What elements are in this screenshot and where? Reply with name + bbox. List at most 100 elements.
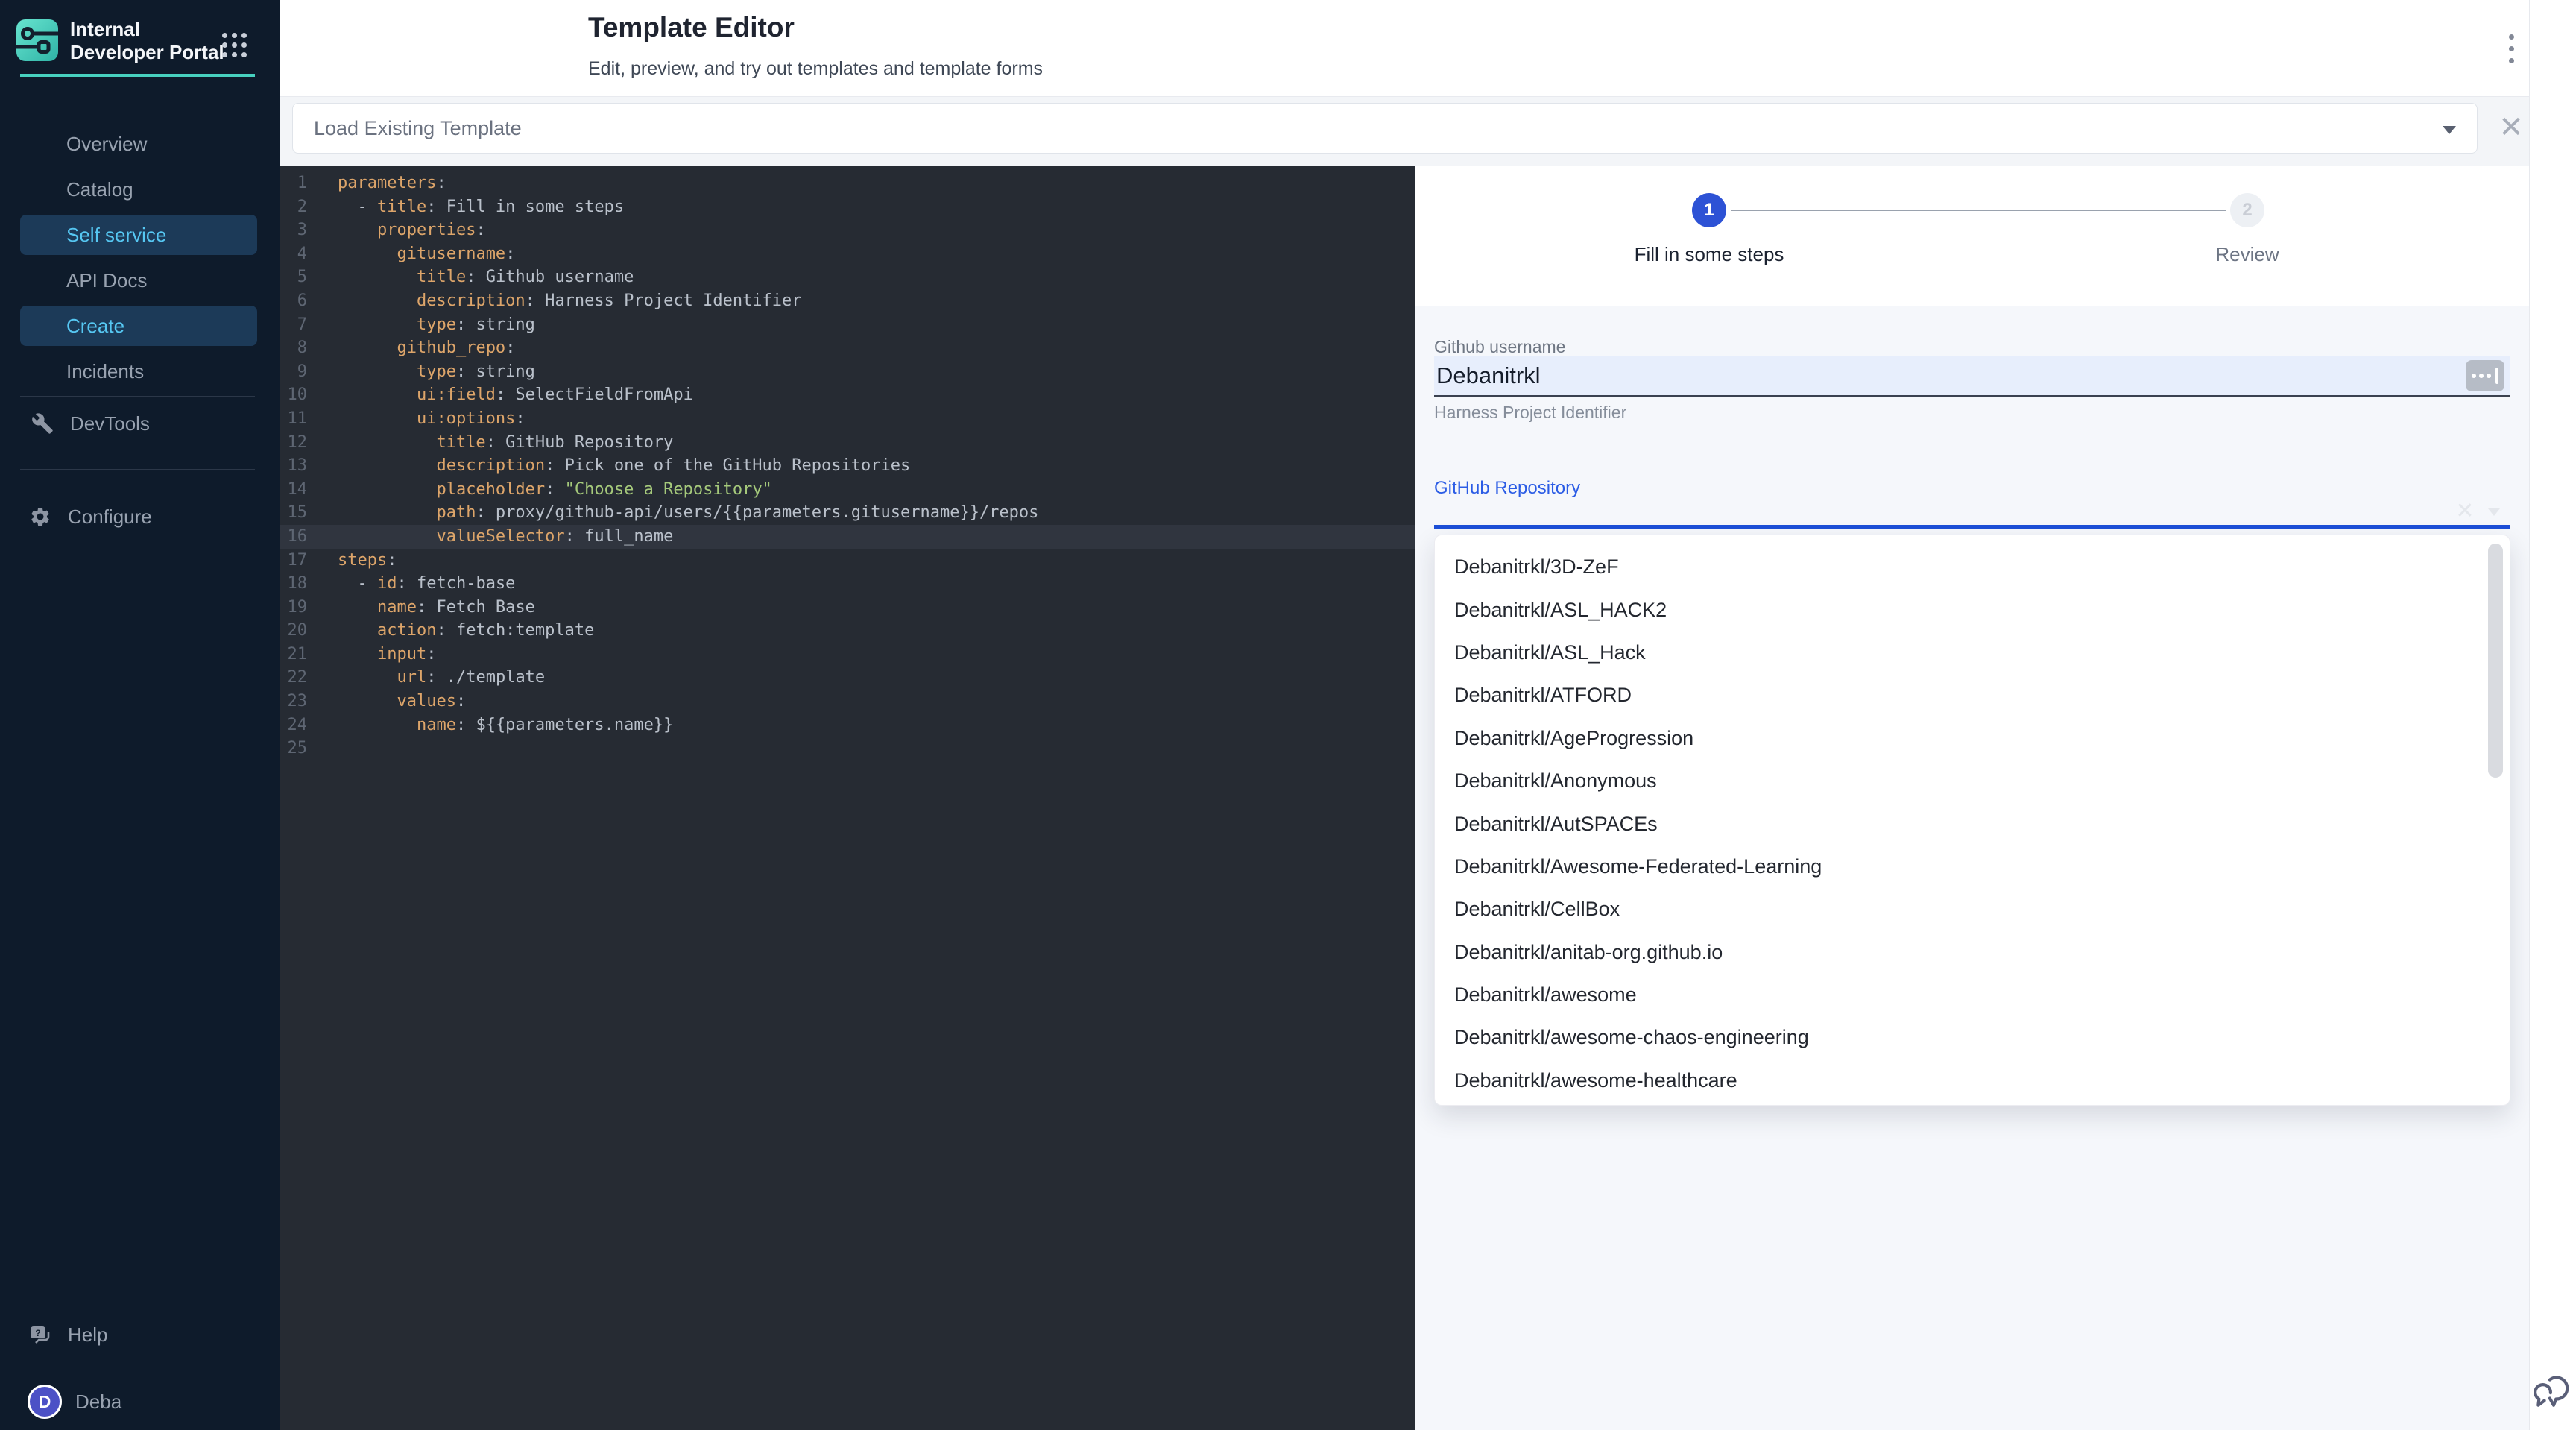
line-number: 17	[280, 549, 307, 573]
page-subtitle: Edit, preview, and try out templates and…	[588, 58, 1043, 80]
repo-option[interactable]: Debanitrkl/awesome-chaos-engineering	[1435, 1016, 2510, 1059]
code-line-3[interactable]: 3 properties:	[280, 218, 1415, 242]
close-button[interactable]: ✕	[2494, 110, 2528, 145]
github-username-input[interactable]: Debanitrkl	[1434, 356, 2510, 397]
clear-selection-icon[interactable]: ✕	[2452, 498, 2478, 523]
code-line-12[interactable]: 12 title: GitHub Repository	[280, 431, 1415, 455]
code-line-1[interactable]: 1parameters:	[280, 171, 1415, 195]
sidebar-item-overview[interactable]: Overview	[20, 124, 257, 164]
stepper-connector	[1731, 210, 2226, 211]
line-number: 2	[280, 195, 307, 219]
line-content: ui:field: SelectFieldFromApi	[307, 385, 693, 404]
line-number: 15	[280, 501, 307, 525]
sidebar-item-catalog[interactable]: Catalog	[20, 169, 257, 210]
repo-option[interactable]: Debanitrkl/AgeProgression	[1435, 717, 2510, 760]
repo-option[interactable]: Debanitrkl/awesome-healthcare	[1435, 1059, 2510, 1102]
code-line-20[interactable]: 20 action: fetch:template	[280, 619, 1415, 643]
github-username-label: Github username	[1434, 337, 1565, 357]
line-content: type: string	[307, 315, 535, 334]
repo-option[interactable]: Debanitrkl/Anonymous	[1435, 760, 2510, 802]
line-content: github_repo:	[307, 338, 515, 357]
sidebar-item-api-docs[interactable]: API Docs	[20, 260, 257, 300]
code-line-5[interactable]: 5 title: Github username	[280, 265, 1415, 289]
line-content: values:	[307, 692, 466, 711]
code-line-13[interactable]: 13 description: Pick one of the GitHub R…	[280, 454, 1415, 478]
repository-dropdown: Debanitrkl/3D-ZeFDebanitrkl/ASL_HACK2Deb…	[1434, 535, 2510, 1106]
sidebar-item-label: API Docs	[66, 269, 147, 292]
line-content: properties:	[307, 221, 486, 239]
code-line-18[interactable]: 18 - id: fetch-base	[280, 572, 1415, 596]
more-options-button[interactable]	[2498, 30, 2524, 67]
repo-option[interactable]: Debanitrkl/ATFORD	[1435, 674, 2510, 716]
code-line-6[interactable]: 6 description: Harness Project Identifie…	[280, 289, 1415, 313]
repo-option[interactable]: Debanitrkl/CellBox	[1435, 888, 2510, 930]
sidebar-item-configure[interactable]: Configure	[20, 497, 257, 537]
load-template-select[interactable]: Load Existing Template	[292, 103, 2478, 154]
code-line-15[interactable]: 15 path: proxy/github-api/users/{{parame…	[280, 501, 1415, 525]
code-line-23[interactable]: 23 values:	[280, 690, 1415, 714]
code-line-16[interactable]: 16 valueSelector: full_name	[280, 525, 1415, 549]
line-number: 16	[280, 525, 307, 549]
line-content: - title: Fill in some steps	[307, 198, 624, 216]
line-number: 18	[280, 572, 307, 596]
line-content: description: Harness Project Identifier	[307, 292, 802, 310]
repo-option[interactable]: Debanitrkl/awesome	[1435, 974, 2510, 1016]
dropdown-scrollbar[interactable]	[2488, 544, 2503, 778]
line-content: description: Pick one of the GitHub Repo…	[307, 456, 910, 475]
repo-option[interactable]: Debanitrkl/ASL_HACK2	[1435, 588, 2510, 631]
github-repository-select[interactable]	[1434, 494, 2510, 525]
repo-option[interactable]: Debanitrkl/AutSPACEs	[1435, 802, 2510, 845]
yaml-editor[interactable]: 1parameters:2 - title: Fill in some step…	[280, 166, 1415, 1430]
brand-logo-icon	[16, 19, 58, 61]
line-content: action: fetch:template	[307, 621, 594, 640]
sidebar-item-self-service[interactable]: Self service	[20, 215, 257, 255]
autofill-icon[interactable]	[2466, 360, 2504, 391]
repo-option[interactable]: Debanitrkl/Awesome-Federated-Learning	[1435, 845, 2510, 888]
line-content: input:	[307, 645, 436, 664]
user-name: Deba	[75, 1390, 121, 1414]
sidebar-item-create[interactable]: Create	[20, 306, 257, 346]
code-line-11[interactable]: 11 ui:options:	[280, 407, 1415, 431]
code-line-14[interactable]: 14 placeholder: "Choose a Repository"	[280, 478, 1415, 502]
sidebar-divider	[20, 396, 255, 397]
code-line-8[interactable]: 8 github_repo:	[280, 336, 1415, 360]
app-root: Internal Developer Portal OverviewCatalo…	[0, 0, 2576, 1430]
line-number: 14	[280, 478, 307, 502]
code-line-2[interactable]: 2 - title: Fill in some steps	[280, 195, 1415, 219]
help-chat-icon: ?	[29, 1323, 51, 1346]
chat-feedback-button[interactable]	[2531, 1367, 2575, 1411]
code-line-7[interactable]: 7 type: string	[280, 313, 1415, 337]
line-content	[307, 739, 338, 757]
user-menu[interactable]: D Deba	[20, 1382, 257, 1422]
line-number: 8	[280, 336, 307, 360]
code-line-17[interactable]: 17steps:	[280, 549, 1415, 573]
code-line-4[interactable]: 4 gitusername:	[280, 242, 1415, 266]
stepper-step-1: 1	[1692, 193, 1726, 227]
code-line-22[interactable]: 22 url: ./template	[280, 666, 1415, 690]
line-content: name: ${{parameters.name}}	[307, 716, 673, 734]
sidebar-item-label: Catalog	[66, 178, 133, 201]
code-line-21[interactable]: 21 input:	[280, 643, 1415, 667]
repo-option[interactable]: Debanitrkl/3D-ZeF	[1435, 546, 2510, 588]
line-number: 25	[280, 737, 307, 760]
sidebar-item-label: Configure	[68, 505, 152, 529]
sidebar-item-label: Self service	[66, 224, 166, 247]
sidebar-item-devtools[interactable]: DevTools	[20, 403, 257, 444]
line-number: 10	[280, 383, 307, 407]
code-line-24[interactable]: 24 name: ${{parameters.name}}	[280, 714, 1415, 737]
code-line-9[interactable]: 9 type: string	[280, 360, 1415, 384]
code-line-19[interactable]: 19 name: Fetch Base	[280, 596, 1415, 620]
code-line-10[interactable]: 10 ui:field: SelectFieldFromApi	[280, 383, 1415, 407]
repo-option[interactable]: Debanitrkl/anitab-org.github.io	[1435, 931, 2510, 974]
caret-down-icon[interactable]	[2488, 508, 2500, 516]
help-button[interactable]: ? Help	[20, 1314, 257, 1355]
line-number: 21	[280, 643, 307, 667]
right-gutter	[2529, 0, 2576, 1430]
repo-option[interactable]: Debanitrkl/ASL_Hack	[1435, 631, 2510, 674]
line-content: type: string	[307, 362, 535, 381]
line-number: 4	[280, 242, 307, 266]
sidebar-item-incidents[interactable]: Incidents	[20, 351, 257, 391]
line-number: 24	[280, 714, 307, 737]
code-line-25[interactable]: 25	[280, 737, 1415, 760]
apps-grid-icon[interactable]	[222, 33, 247, 58]
